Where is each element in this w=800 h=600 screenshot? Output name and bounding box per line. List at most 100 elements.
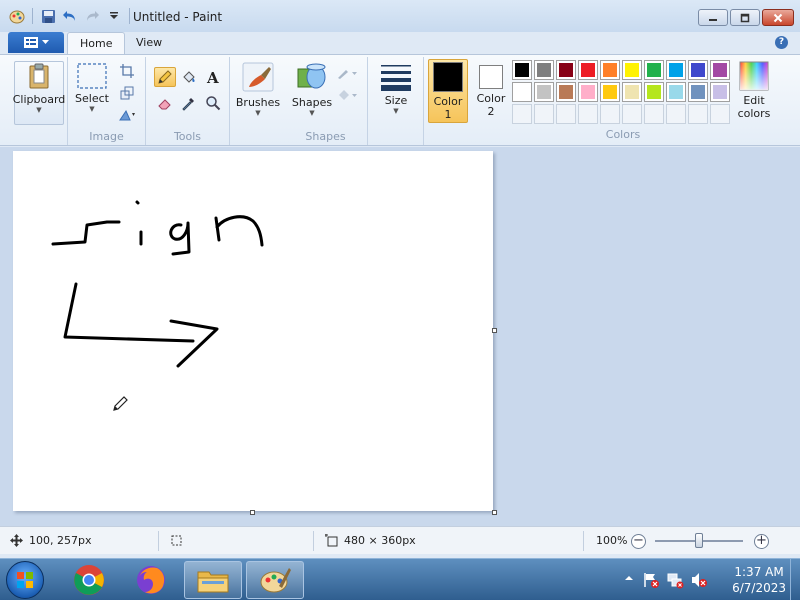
shapes-button[interactable]: Shapes ▼: [290, 61, 334, 117]
network-icon[interactable]: [666, 571, 684, 592]
palette-swatch[interactable]: [512, 60, 532, 80]
palette-swatch-empty[interactable]: [512, 104, 532, 124]
resize-handle-corner[interactable]: [492, 510, 497, 515]
palette-swatch[interactable]: [710, 60, 730, 80]
palette-swatch-color: [537, 85, 551, 99]
palette-swatch[interactable]: [600, 60, 620, 80]
palette-swatch[interactable]: [622, 82, 642, 102]
palette-swatch-empty[interactable]: [622, 104, 642, 124]
palette-swatch[interactable]: [556, 82, 576, 102]
clipboard-group: Clipboard ▼: [8, 57, 68, 145]
taskbar-file-explorer[interactable]: [184, 561, 242, 599]
outline-icon[interactable]: [336, 63, 358, 83]
zoom-out-button[interactable]: −: [631, 534, 646, 549]
paint-app-icon[interactable]: [8, 7, 26, 25]
palette-swatch[interactable]: [644, 60, 664, 80]
help-icon[interactable]: ?: [775, 36, 788, 49]
palette-swatch-empty[interactable]: [556, 104, 576, 124]
magnifier-icon[interactable]: [202, 93, 224, 113]
paint-menu-button[interactable]: [8, 32, 64, 53]
palette-swatch-color: [669, 85, 683, 99]
clipboard-button[interactable]: Clipboard ▼: [12, 61, 66, 125]
chevron-down-icon: ▼: [393, 107, 399, 115]
fill-icon[interactable]: [336, 85, 358, 105]
taskbar-chrome[interactable]: [60, 561, 118, 599]
palette-swatch[interactable]: [666, 82, 686, 102]
drawing-canvas[interactable]: [13, 151, 493, 511]
palette-swatch[interactable]: [666, 60, 686, 80]
edit-colors-button[interactable]: Edit colors: [734, 61, 774, 120]
start-button[interactable]: [6, 561, 44, 599]
ribbon: Clipboard ▼ Select ▼ Image A Tools Brush…: [0, 54, 800, 146]
palette-swatch[interactable]: [644, 82, 664, 102]
text-tool-icon[interactable]: A: [202, 67, 224, 87]
palette-swatch[interactable]: [600, 82, 620, 102]
palette-swatch[interactable]: [688, 60, 708, 80]
taskbar-firefox[interactable]: [122, 561, 180, 599]
arrow-head-stroke: [169, 319, 219, 368]
palette-swatch[interactable]: [534, 60, 554, 80]
palette-swatch-empty[interactable]: [688, 104, 708, 124]
brushes-button[interactable]: Brushes ▼: [236, 61, 280, 117]
show-hidden-icons-icon[interactable]: [624, 573, 634, 586]
minimize-icon: [709, 18, 717, 21]
status-divider: [583, 531, 584, 551]
palette-swatch-empty[interactable]: [534, 104, 554, 124]
fill-bucket-icon[interactable]: [178, 67, 200, 87]
palette-swatch[interactable]: [512, 82, 532, 102]
size-button[interactable]: Size ▼: [376, 63, 416, 115]
resize-handle-bottom[interactable]: [250, 510, 255, 515]
resize-icon[interactable]: [116, 83, 138, 103]
rotate-icon[interactable]: [116, 105, 138, 125]
palette-swatch[interactable]: [534, 82, 554, 102]
color2-button[interactable]: Color 2: [471, 59, 511, 123]
select-label: Select: [75, 92, 109, 105]
palette-swatch[interactable]: [578, 60, 598, 80]
select-button[interactable]: Select ▼: [74, 63, 110, 113]
redo-icon[interactable]: [83, 7, 101, 25]
palette-swatch[interactable]: [578, 82, 598, 102]
palette-swatch-empty[interactable]: [666, 104, 686, 124]
action-center-flag-icon[interactable]: [642, 571, 660, 592]
clipboard-label: Clipboard: [12, 93, 66, 106]
tab-home[interactable]: Home: [67, 32, 126, 54]
save-icon[interactable]: [39, 7, 57, 25]
crop-icon[interactable]: [116, 61, 138, 81]
ribbon-tabs: Home View ?: [0, 32, 800, 54]
edit-colors-label: Edit: [743, 94, 765, 107]
undo-icon[interactable]: [61, 7, 79, 25]
color-picker-icon[interactable]: [178, 93, 200, 113]
taskbar-paint[interactable]: [246, 561, 304, 599]
close-button[interactable]: [762, 9, 794, 26]
palette-swatch[interactable]: [688, 82, 708, 102]
color1-swatch: [433, 62, 463, 92]
palette-swatch-color: [691, 63, 705, 77]
zoom-in-button[interactable]: +: [754, 534, 769, 549]
color1-button[interactable]: Color 1: [428, 59, 468, 123]
tab-view[interactable]: View: [124, 32, 174, 54]
palette-swatch-color: [647, 85, 661, 99]
palette-swatch-empty[interactable]: [710, 104, 730, 124]
show-desktop-button[interactable]: [790, 559, 800, 600]
volume-muted-icon[interactable]: [690, 571, 708, 592]
pencil-icon[interactable]: [154, 67, 176, 87]
zoom-slider-thumb[interactable]: [695, 533, 703, 548]
palette-swatch-color: [647, 63, 661, 77]
handwritten-i-dot: [135, 200, 140, 205]
palette-swatch[interactable]: [622, 60, 642, 80]
palette-swatch-empty[interactable]: [644, 104, 664, 124]
palette-swatch[interactable]: [710, 82, 730, 102]
customize-dropdown-icon[interactable]: [105, 7, 123, 25]
palette-swatch[interactable]: [556, 60, 576, 80]
eraser-icon[interactable]: [154, 93, 176, 113]
chevron-down-icon: ▼: [309, 109, 315, 117]
palette-swatch-empty[interactable]: [600, 104, 620, 124]
maximize-button[interactable]: [730, 9, 760, 26]
resize-handle-right[interactable]: [492, 328, 497, 333]
palette-swatch-empty[interactable]: [578, 104, 598, 124]
palette-swatch-color: [515, 63, 529, 77]
window-title: Untitled - Paint: [133, 10, 223, 24]
move-cursor-icon: [10, 534, 23, 547]
taskbar-clock[interactable]: 1:37 AM 6/7/2023: [732, 564, 786, 596]
minimize-button[interactable]: [698, 9, 728, 26]
